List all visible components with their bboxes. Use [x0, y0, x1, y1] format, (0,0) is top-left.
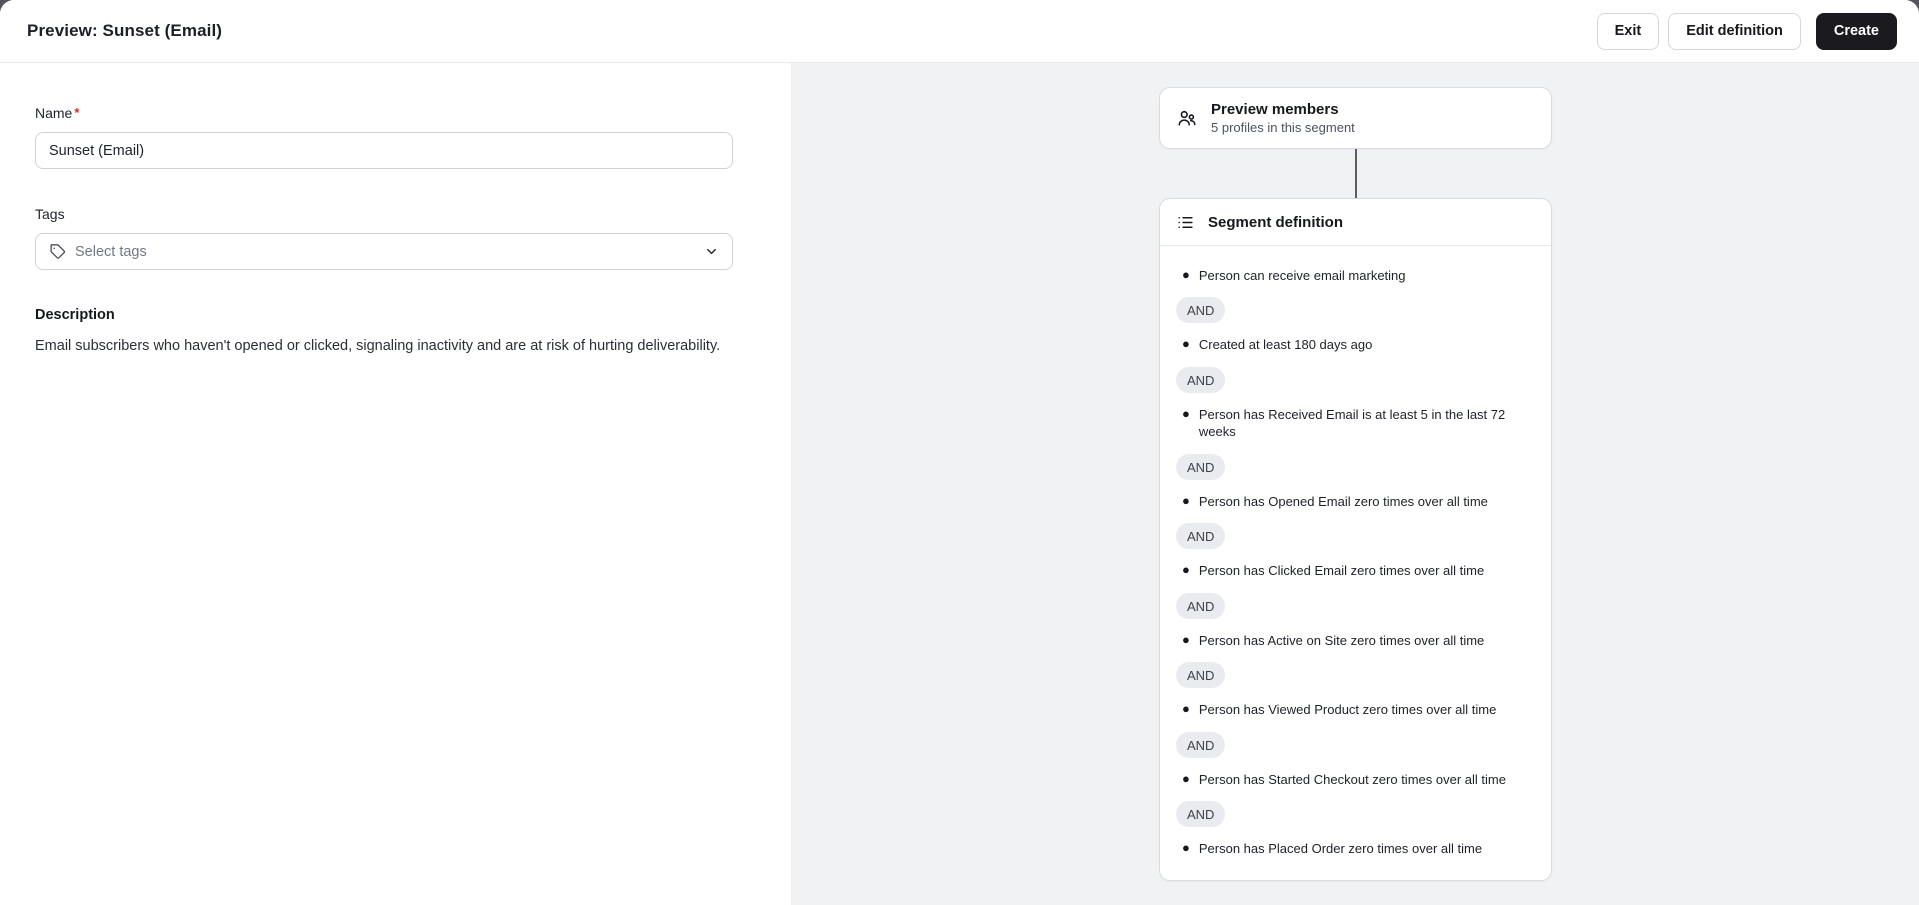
condition-text: Person has Received Email is at least 5 …: [1198, 406, 1506, 440]
bullet-icon: ●︎: [1182, 405, 1190, 421]
condition-item: ●︎ Person has Started Checkout zero times…: [1182, 771, 1535, 789]
bullet-icon: ●︎: [1182, 562, 1190, 578]
segment-preview-modal: Preview: Sunset (Email) Exit Edit defini…: [0, 0, 1919, 905]
and-operator-pill: AND: [1176, 662, 1226, 689]
page-title: Preview: Sunset (Email): [27, 21, 223, 40]
condition-item: ●︎ Person has Active on Site zero times o…: [1182, 632, 1535, 650]
condition-item: ●︎ Person has Received Email is at least …: [1182, 406, 1535, 441]
create-button[interactable]: Create: [1815, 12, 1897, 50]
and-operator-pill: AND: [1176, 731, 1226, 758]
details-form-panel: Name* Tags Select tags Description Emai: [0, 63, 792, 905]
condition-text: Person has Started Checkout zero times o…: [1198, 771, 1506, 787]
and-operator-pill: AND: [1176, 801, 1226, 828]
and-operator-pill: AND: [1176, 592, 1226, 619]
description-group: Description Email subscribers who haven'…: [35, 307, 735, 357]
condition-item: ●︎ Person has Clicked Email zero times ov…: [1182, 562, 1535, 580]
name-field-group: Name *: [35, 105, 735, 169]
preview-members-title: Preview members: [1211, 101, 1339, 118]
preview-members-text: Preview members 5 profiles in this segme…: [1211, 101, 1355, 135]
description-label: Description: [35, 307, 115, 323]
segment-definition-header: Segment definition: [1160, 199, 1551, 246]
chevron-down-icon: [704, 244, 719, 259]
condition-item: ●︎ Person can receive email marketing: [1182, 267, 1535, 285]
name-label: Name: [35, 105, 73, 121]
top-bar-actions: Exit Edit definition Create: [1596, 12, 1897, 50]
condition-item: ●︎ Person has Opened Email zero times ove…: [1182, 493, 1535, 511]
and-operator-pill: AND: [1176, 453, 1226, 480]
bullet-icon: ●︎: [1182, 631, 1190, 647]
tag-icon: [49, 243, 66, 260]
condition-text: Person has Opened Email zero times over …: [1198, 493, 1488, 509]
and-operator-pill: AND: [1176, 366, 1226, 393]
list-icon: [1176, 213, 1195, 232]
tags-field-group: Tags Select tags: [35, 206, 735, 270]
required-asterisk: *: [74, 105, 80, 120]
and-operator-pill: AND: [1176, 523, 1226, 550]
and-operator-pill: AND: [1176, 297, 1226, 324]
condition-text: Person has Clicked Email zero times over…: [1198, 563, 1485, 579]
condition-item: ●︎ Person has Placed Order zero times ove…: [1182, 840, 1535, 858]
description-text: Email subscribers who haven't opened or …: [35, 338, 721, 354]
condition-text: Person can receive email marketing: [1198, 267, 1406, 283]
condition-item: ●︎ Created at least 180 days ago: [1182, 336, 1535, 354]
condition-text: Person has Active on Site zero times ove…: [1198, 632, 1485, 648]
tags-select[interactable]: Select tags: [35, 233, 733, 270]
content-split: Name* Tags Select tags Description Emai: [0, 63, 1919, 905]
tags-label: Tags: [35, 206, 65, 222]
condition-item: ●︎ Person has Viewed Product zero times o…: [1182, 701, 1535, 719]
bullet-icon: ●︎: [1182, 266, 1190, 282]
name-input[interactable]: [35, 132, 733, 169]
node-connector-line: [1354, 149, 1357, 198]
bullet-icon: ●︎: [1182, 840, 1190, 856]
bullet-icon: ●︎: [1182, 770, 1190, 786]
preview-members-card[interactable]: Preview members 5 profiles in this segme…: [1159, 87, 1552, 149]
edit-definition-button[interactable]: Edit definition: [1668, 12, 1801, 50]
bullet-icon: ●︎: [1182, 336, 1190, 352]
bullet-icon: ●︎: [1182, 701, 1190, 717]
bullet-icon: ●︎: [1182, 492, 1190, 508]
segment-definition-title: Segment definition: [1208, 213, 1343, 231]
tags-placeholder: Select tags: [75, 243, 147, 260]
top-bar: Preview: Sunset (Email) Exit Edit defini…: [0, 0, 1919, 63]
segment-definition-card: Segment definition ●︎ Person can receive …: [1159, 197, 1552, 881]
users-icon: [1176, 107, 1198, 129]
segment-definition-body: ●︎ Person can receive email marketing AND…: [1160, 246, 1551, 880]
condition-text: Person has Placed Order zero times over …: [1198, 841, 1483, 857]
condition-text: Created at least 180 days ago: [1198, 337, 1373, 353]
exit-button[interactable]: Exit: [1596, 12, 1660, 50]
segment-canvas-panel: Preview members 5 profiles in this segme…: [792, 63, 1919, 905]
condition-text: Person has Viewed Product zero times ove…: [1198, 702, 1497, 718]
preview-members-count: 5 profiles in this segment: [1211, 120, 1355, 135]
